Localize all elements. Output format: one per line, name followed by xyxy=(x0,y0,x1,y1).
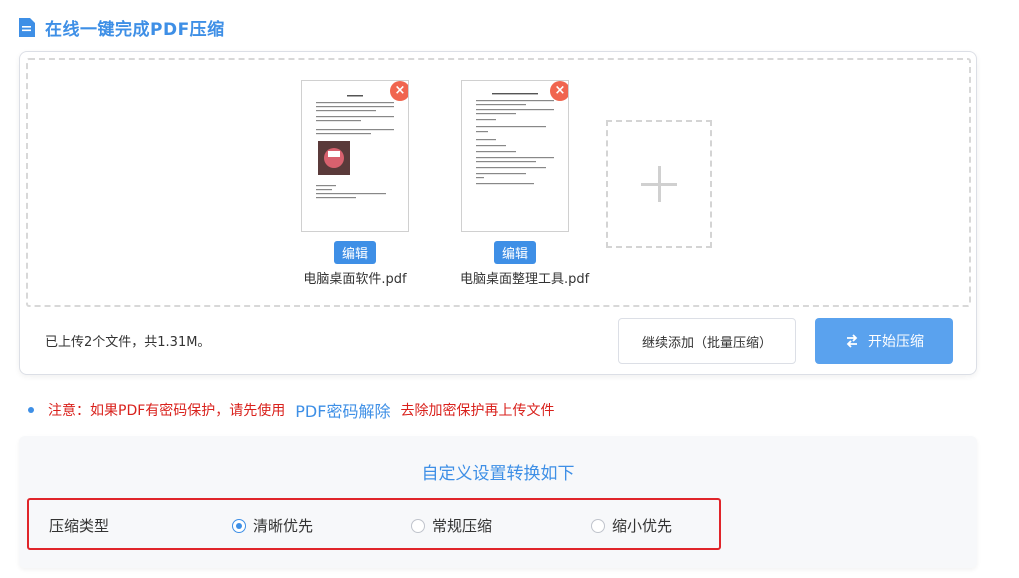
note-prefix: 注意：如果PDF有密码保护，请先使用 xyxy=(48,403,286,419)
document-icon xyxy=(19,17,35,37)
swap-icon xyxy=(846,334,858,348)
settings-title: 自定义设置转换如下 xyxy=(421,464,575,484)
password-note: 注意：如果PDF有密码保护，请先使用 PDF密码解除 去除加密保护再上传文件 xyxy=(28,398,554,422)
radio-label: 清晰优先 xyxy=(253,517,314,535)
pdf-thumbnail[interactable]: × xyxy=(461,80,569,232)
radio-unchecked-icon xyxy=(411,518,425,533)
remove-file-button[interactable]: × xyxy=(550,81,568,101)
note-suffix: 去除加密保护再上传文件 xyxy=(400,403,555,419)
upload-panel: × 编辑 电脑桌面软件.pdf × 编辑 电脑桌面整理工具.pdf 已上传2个文… xyxy=(19,51,977,375)
pdf-unlock-link[interactable]: PDF密码解除 xyxy=(295,398,390,422)
add-file-button[interactable] xyxy=(606,120,712,248)
pdf-thumbnail[interactable]: × xyxy=(301,80,409,232)
edit-button[interactable]: 编辑 xyxy=(493,241,536,264)
start-compress-button[interactable]: 开始压缩 xyxy=(815,318,953,364)
file-card: × 编辑 电脑桌面整理工具.pdf xyxy=(460,80,590,287)
page-preview xyxy=(316,95,394,199)
bullet-icon xyxy=(28,407,34,413)
continue-add-button[interactable]: 继续添加（批量压缩） xyxy=(618,318,796,364)
start-compress-label: 开始压缩 xyxy=(868,334,924,350)
radio-label: 常规压缩 xyxy=(432,517,493,535)
radio-clarity-first[interactable]: 清晰优先 xyxy=(232,515,313,536)
file-card: × 编辑 电脑桌面软件.pdf xyxy=(300,80,410,287)
radio-checked-icon xyxy=(232,518,246,533)
settings-panel: 自定义设置转换如下 压缩类型 清晰优先 常规压缩 缩小优先 xyxy=(19,436,977,568)
radio-label: 缩小优先 xyxy=(612,517,673,535)
edit-button[interactable]: 编辑 xyxy=(333,241,376,264)
radio-size-first[interactable]: 缩小优先 xyxy=(591,515,672,536)
radio-unchecked-icon xyxy=(591,518,605,533)
remove-file-button[interactable]: × xyxy=(390,81,408,101)
compression-type-label: 压缩类型 xyxy=(49,517,110,535)
plus-icon xyxy=(641,166,677,202)
upload-status: 已上传2个文件，共1.31M。 xyxy=(45,335,211,350)
page-header: 在线一键完成PDF压缩 xyxy=(18,14,225,40)
file-name: 电脑桌面软件.pdf xyxy=(303,272,407,287)
page-title: 在线一键完成PDF压缩 xyxy=(45,19,225,40)
page-preview xyxy=(476,93,554,185)
radio-normal-compress[interactable]: 常规压缩 xyxy=(411,515,492,536)
file-dropzone[interactable]: × 编辑 电脑桌面软件.pdf × 编辑 电脑桌面整理工具.pdf xyxy=(26,58,971,307)
compression-type-row: 压缩类型 清晰优先 常规压缩 缩小优先 xyxy=(27,498,721,550)
file-name: 电脑桌面整理工具.pdf xyxy=(460,272,590,287)
